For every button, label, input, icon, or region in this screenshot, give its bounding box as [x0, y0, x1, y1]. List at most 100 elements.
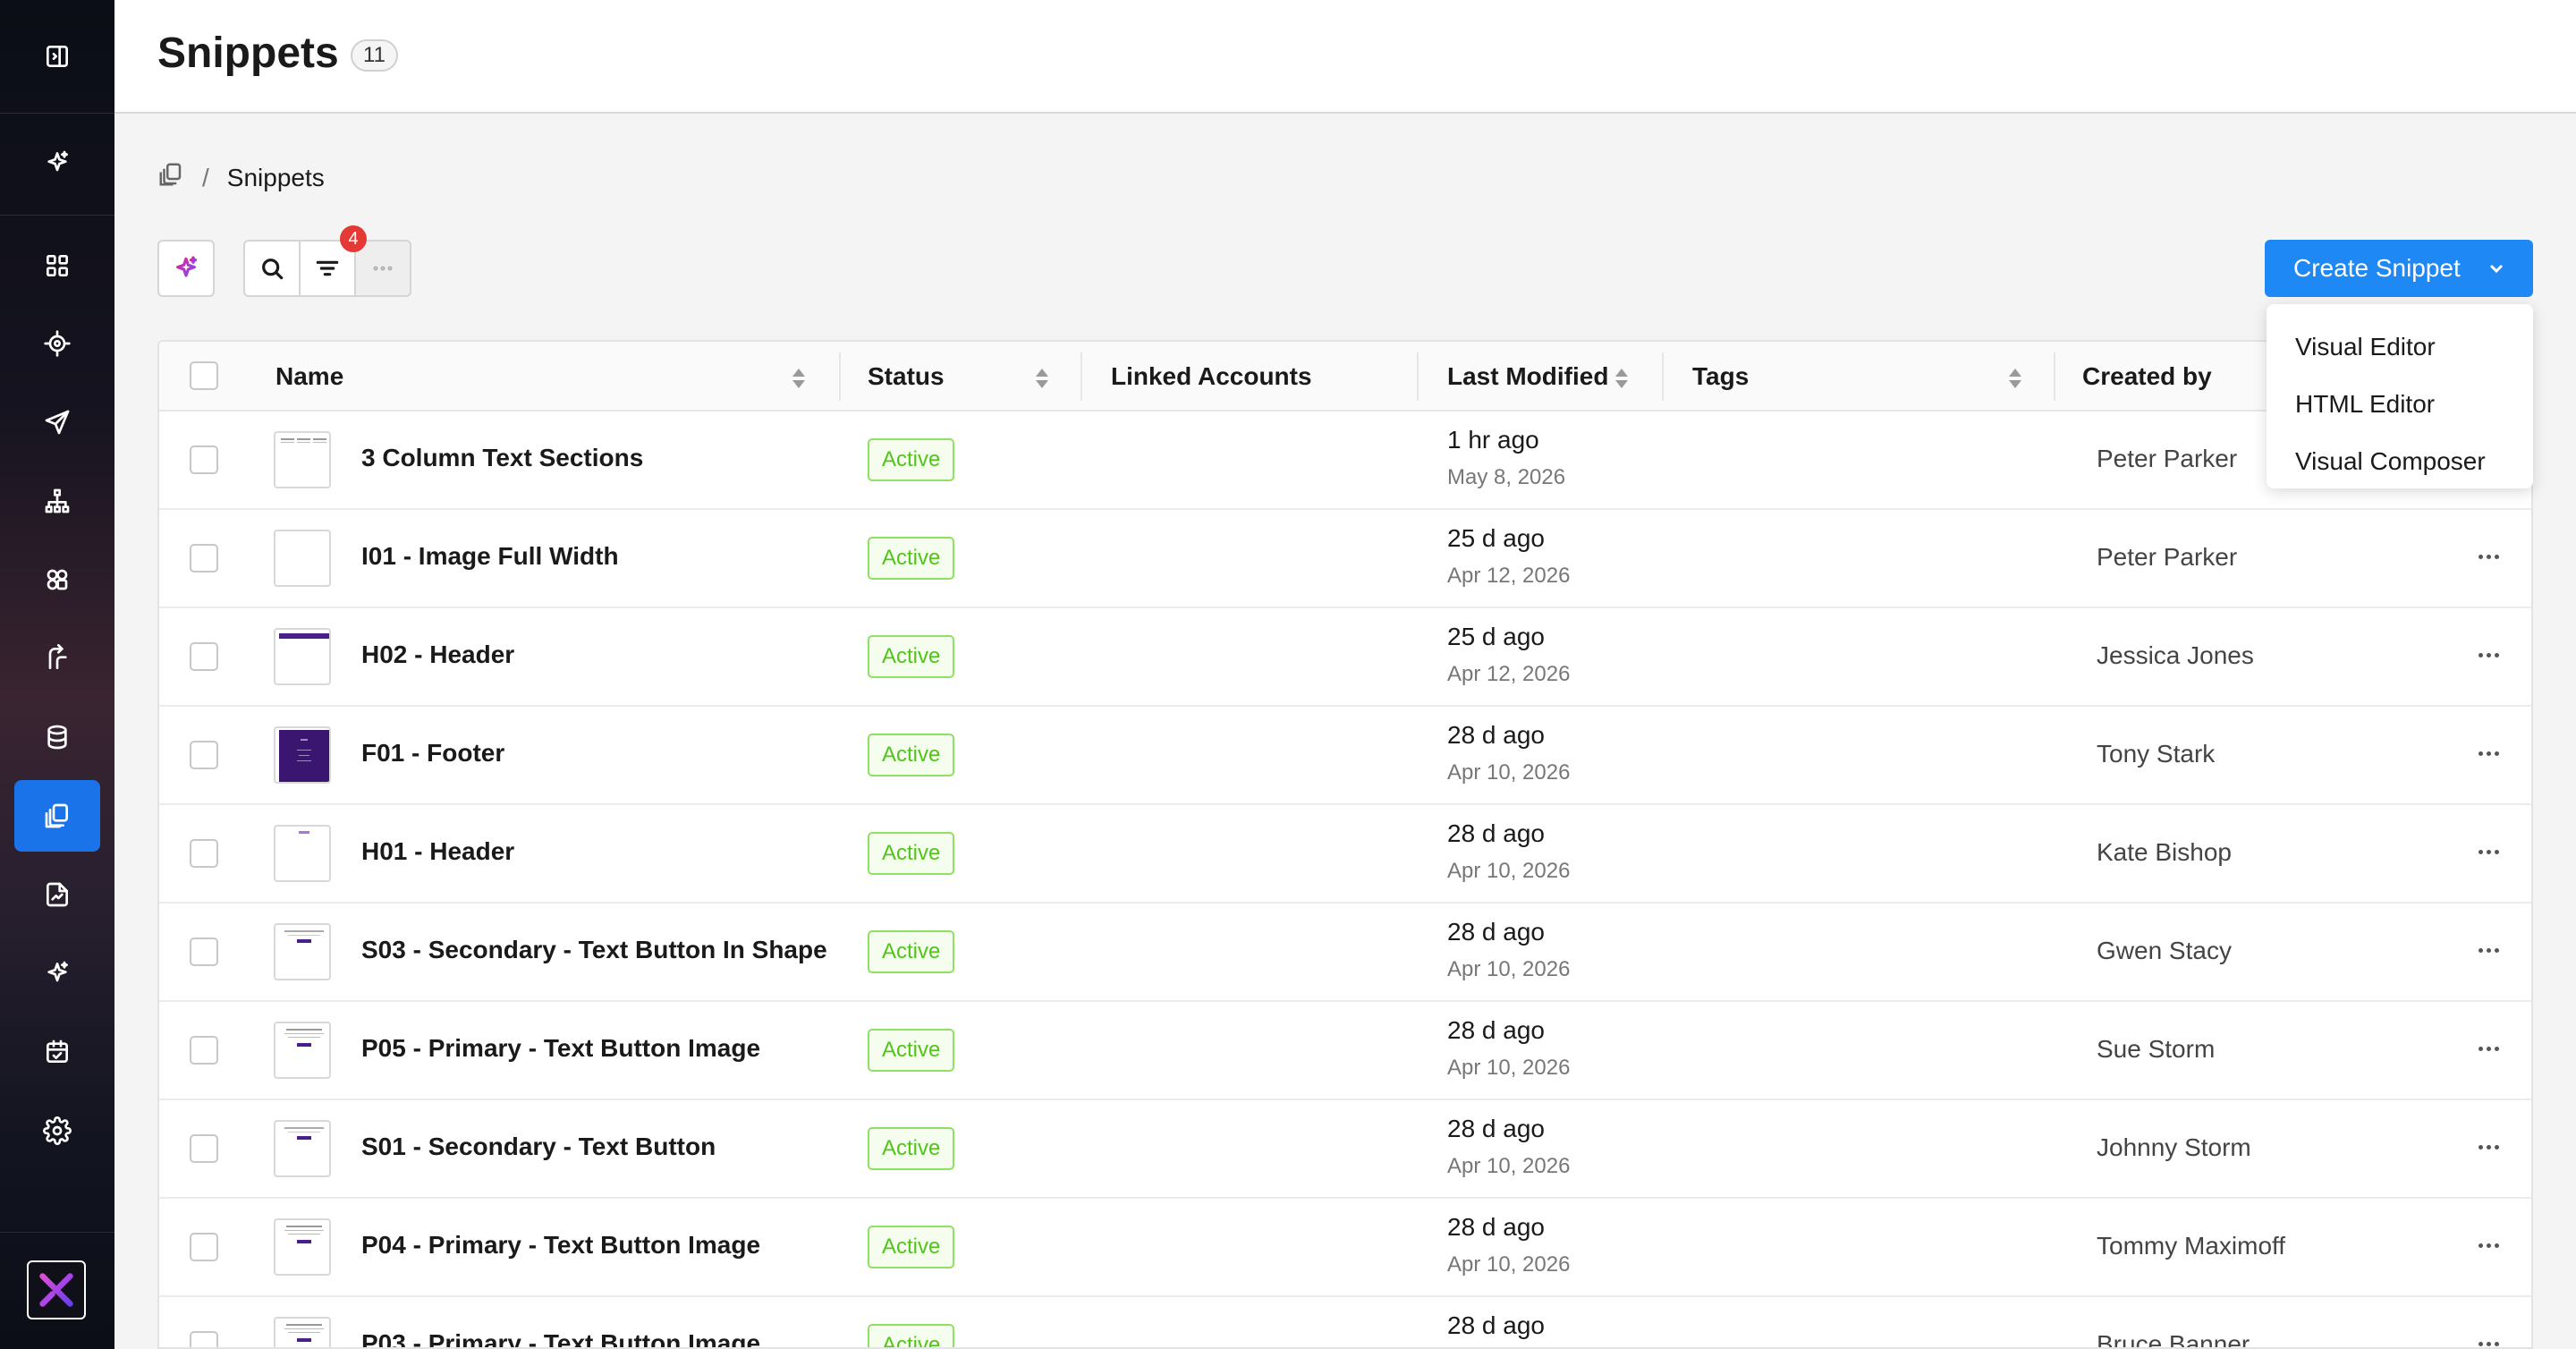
table-row[interactable]: 3 Column Text Sections Active 1 hr ago May …	[159, 411, 2531, 510]
journey-icon[interactable]	[14, 623, 100, 694]
table-row[interactable]: H01 - Header Active 28 d ago Apr 10, 2026 Ka…	[159, 805, 2531, 904]
row-actions-ellipsis-icon[interactable]	[2470, 1038, 2506, 1059]
snippet-thumbnail[interactable]	[274, 1120, 331, 1177]
snippet-name[interactable]: P03 - Primary - Text Button Image	[361, 1329, 760, 1347]
menu-item-visual-editor[interactable]: Visual Editor	[2267, 318, 2533, 376]
row-checkbox[interactable]	[190, 445, 218, 474]
snippet-name[interactable]: H01 - Header	[361, 837, 514, 866]
column-header-last-modified[interactable]: Last Modified	[1447, 342, 1608, 411]
calendar-icon[interactable]	[14, 1016, 100, 1088]
create-snippet-button[interactable]: Create Snippet	[2265, 240, 2533, 297]
snippet-name[interactable]: S03 - Secondary - Text Button In Shape	[361, 936, 827, 964]
modified-relative: 28 d ago	[1447, 1213, 1545, 1241]
row-checkbox[interactable]	[190, 1233, 218, 1261]
row-checkbox[interactable]	[190, 1331, 218, 1347]
menu-item-html-editor[interactable]: HTML Editor	[2267, 376, 2533, 433]
row-checkbox[interactable]	[190, 741, 218, 769]
status-badge: Active	[868, 1226, 955, 1268]
sort-icon[interactable]	[1034, 367, 1050, 390]
snippet-thumbnail[interactable]	[274, 1022, 331, 1079]
send-icon[interactable]	[14, 386, 100, 458]
row-checkbox[interactable]	[190, 1134, 218, 1163]
snippet-count-badge: 11	[351, 39, 398, 72]
status-badge: Active	[868, 537, 955, 580]
row-actions-ellipsis-icon[interactable]	[2470, 644, 2506, 666]
snippet-name[interactable]: 3 Column Text Sections	[361, 444, 643, 472]
database-icon[interactable]	[14, 701, 100, 773]
row-actions-ellipsis-icon[interactable]	[2470, 1136, 2506, 1158]
hierarchy-icon[interactable]	[14, 465, 100, 537]
column-header-tags[interactable]: Tags	[1692, 342, 1749, 411]
snippet-thumbnail[interactable]	[274, 530, 331, 587]
settings-icon[interactable]	[14, 1095, 100, 1167]
sort-icon[interactable]	[1614, 367, 1630, 390]
status-badge: Active	[868, 635, 955, 678]
table-row[interactable]: P05 - Primary - Text Button Image Active 2…	[159, 1002, 2531, 1100]
select-all-checkbox[interactable]	[190, 361, 218, 390]
snippets-icon[interactable]	[14, 780, 100, 852]
snippet-name[interactable]: P05 - Primary - Text Button Image	[361, 1034, 760, 1063]
snippet-name[interactable]: P04 - Primary - Text Button Image	[361, 1231, 760, 1260]
table-row[interactable]: S03 - Secondary - Text Button In Shape Ac…	[159, 904, 2531, 1002]
page-header: Snippets 11	[114, 0, 2576, 114]
components-icon[interactable]	[14, 544, 100, 615]
modified-relative: 28 d ago	[1447, 1115, 1545, 1142]
snippet-name[interactable]: H02 - Header	[361, 641, 514, 669]
column-header-status[interactable]: Status	[868, 342, 945, 411]
target-icon[interactable]	[14, 308, 100, 379]
table-row[interactable]: P04 - Primary - Text Button Image Active 2…	[159, 1199, 2531, 1297]
row-checkbox[interactable]	[190, 642, 218, 671]
ai-agent-icon[interactable]	[14, 938, 100, 1009]
snippet-thumbnail[interactable]	[274, 726, 331, 784]
snippet-thumbnail[interactable]	[274, 825, 331, 882]
row-actions-ellipsis-icon[interactable]	[2470, 939, 2506, 961]
column-header-name[interactable]: Name	[275, 342, 343, 411]
row-actions-ellipsis-icon[interactable]	[2470, 546, 2506, 567]
row-checkbox[interactable]	[190, 1036, 218, 1065]
row-checkbox[interactable]	[190, 938, 218, 966]
column-header-created-by[interactable]: Created by	[2082, 342, 2212, 411]
modified-date: Apr 10, 2026	[1447, 957, 1571, 981]
ai-sparkle-icon[interactable]	[14, 127, 100, 199]
table-row[interactable]: I01 - Image Full Width Active 25 d ago Apr …	[159, 510, 2531, 608]
snippet-thumbnail[interactable]	[274, 431, 331, 488]
sort-icon[interactable]	[2007, 367, 2023, 390]
collapse-sidebar-icon[interactable]	[14, 21, 100, 92]
created-by: Johnny Storm	[2097, 1133, 2251, 1161]
dashboard-grid-icon[interactable]	[14, 230, 100, 301]
row-actions-ellipsis-icon[interactable]	[2470, 742, 2506, 764]
ellipsis-icon	[373, 266, 393, 271]
modified-relative: 25 d ago	[1447, 524, 1545, 552]
snippet-thumbnail[interactable]	[274, 1218, 331, 1276]
snippet-thumbnail[interactable]	[274, 923, 331, 980]
row-actions-ellipsis-icon[interactable]	[2470, 841, 2506, 862]
snippet-thumbnail[interactable]	[274, 628, 331, 685]
row-checkbox[interactable]	[190, 839, 218, 868]
row-actions-ellipsis-icon[interactable]	[2470, 1234, 2506, 1256]
menu-item-visual-composer[interactable]: Visual Composer	[2267, 433, 2533, 490]
table-row[interactable]: P03 - Primary - Text Button Image Active 2…	[159, 1297, 2531, 1347]
status-badge: Active	[868, 832, 955, 875]
row-checkbox[interactable]	[190, 544, 218, 573]
created-by: Gwen Stacy	[2097, 937, 2232, 964]
snippet-thumbnail[interactable]	[274, 1317, 331, 1347]
snippets-icon[interactable]	[157, 161, 184, 194]
brand-logo-icon[interactable]	[27, 1260, 86, 1319]
ai-assist-button[interactable]	[157, 240, 215, 297]
table-row[interactable]: H02 - Header Active 25 d ago Apr 12, 2026 Je…	[159, 608, 2531, 707]
row-actions-ellipsis-icon[interactable]	[2470, 1333, 2506, 1347]
column-header-linked-accounts: Linked Accounts	[1111, 362, 1312, 390]
search-button[interactable]	[243, 240, 301, 297]
table-row[interactable]: F01 - Footer Active 28 d ago Apr 10, 2026 To…	[159, 707, 2531, 805]
filter-count-badge: 4	[340, 225, 367, 252]
table-row[interactable]: S01 - Secondary - Text Button Active 28 d …	[159, 1100, 2531, 1199]
reports-icon[interactable]	[14, 859, 100, 930]
modified-relative: 1 hr ago	[1447, 426, 1539, 454]
snippet-name[interactable]: S01 - Secondary - Text Button	[361, 1133, 716, 1161]
modified-relative: 28 d ago	[1447, 819, 1545, 847]
snippet-name[interactable]: I01 - Image Full Width	[361, 542, 619, 571]
snippets-table: Name Status Linked Accounts Last Modifie…	[157, 340, 2533, 1349]
snippet-name[interactable]: F01 - Footer	[361, 739, 504, 768]
created-by: Tommy Maximoff	[2097, 1232, 2286, 1260]
sort-icon[interactable]	[791, 367, 807, 390]
